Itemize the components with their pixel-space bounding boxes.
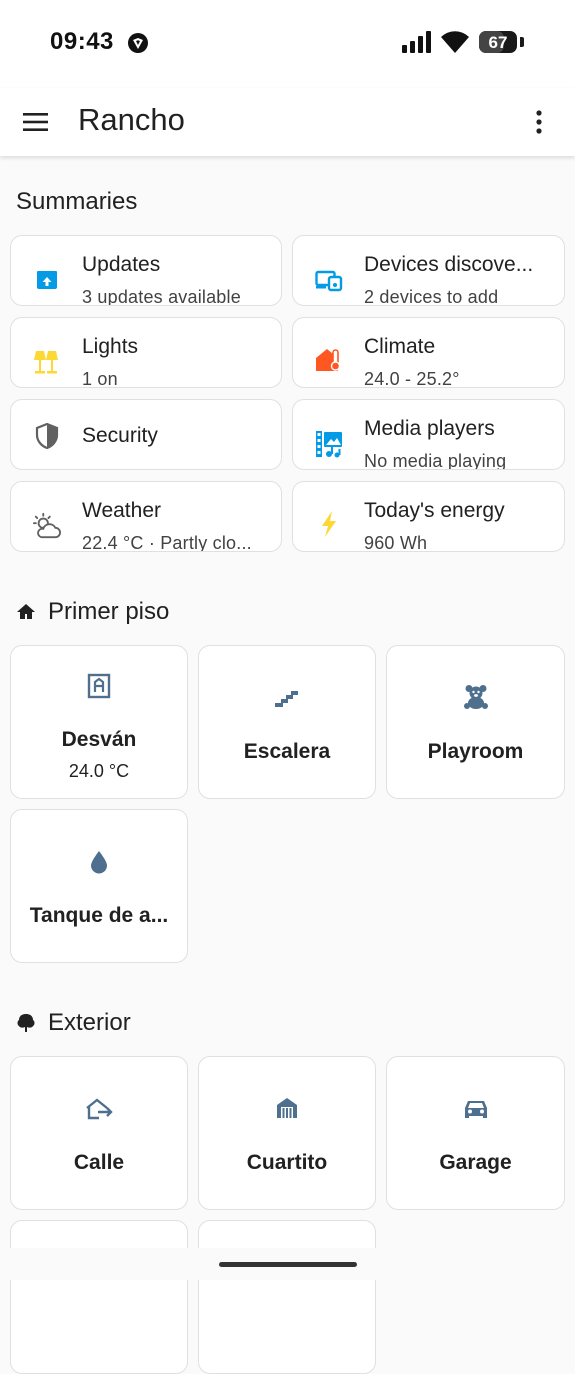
- area-card-desvan[interactable]: Desván 24.0 °C: [10, 645, 188, 799]
- attic-icon: [11, 673, 187, 699]
- summary-tile-devices-discovered[interactable]: Devices discove... 2 devices to add: [292, 235, 565, 306]
- area-card-playroom[interactable]: Playroom: [386, 645, 565, 799]
- home-export-icon: [11, 1097, 187, 1121]
- area-name: Tanque de a...: [29, 904, 169, 927]
- app-bar: Rancho: [0, 88, 575, 156]
- shield-half-icon: [33, 422, 61, 450]
- tile-name: Climate: [364, 335, 436, 358]
- tile-name: Security: [82, 424, 158, 447]
- teddy-bear-icon: [387, 684, 564, 710]
- multimedia-icon: [315, 430, 343, 458]
- area-card-cuartito[interactable]: Cuartito: [198, 1056, 376, 1210]
- section-title-exterior: Exterior: [16, 1009, 131, 1037]
- package-up-icon: [33, 266, 61, 294]
- area-card-partial[interactable]: [10, 1220, 188, 1374]
- summary-tile-updates[interactable]: Updates 3 updates available: [10, 235, 282, 306]
- battery-tip: [520, 37, 524, 47]
- home-thermometer-icon: [315, 346, 343, 374]
- lightning-bolt-icon: [315, 510, 343, 538]
- tile-state: 960 Wh: [364, 533, 428, 552]
- cell-signal-icon: [402, 31, 432, 58]
- area-name: Garage: [439, 1151, 512, 1174]
- vpn-shield-icon: [127, 32, 149, 54]
- tile-state: 2 devices to add: [364, 287, 499, 306]
- wifi-icon: [440, 30, 470, 59]
- tile-name: Lights: [82, 335, 139, 358]
- section-title-summaries: Summaries: [16, 188, 138, 215]
- water-drop-icon: [11, 850, 187, 874]
- area-name: Escalera: [243, 740, 331, 763]
- hamburger-menu-icon[interactable]: [16, 102, 56, 142]
- area-card-partial[interactable]: [198, 1220, 376, 1374]
- tile-name: Devices discove...: [364, 253, 534, 276]
- status-bar: 09:43 67: [0, 0, 575, 88]
- shed-icon: [199, 1096, 375, 1120]
- more-vertical-icon[interactable]: [520, 102, 558, 142]
- car-icon: [387, 1098, 564, 1120]
- tile-state: No media playing: [364, 451, 507, 470]
- area-name: Playroom: [427, 740, 524, 763]
- section-title-text: Exterior: [48, 1009, 131, 1036]
- section-title-primer-piso: Primer piso: [16, 598, 169, 626]
- area-card-escalera[interactable]: Escalera: [198, 645, 376, 799]
- summary-tile-media-players[interactable]: Media players No media playing: [292, 399, 565, 470]
- tree-icon: [16, 1013, 36, 1033]
- summary-tile-todays-energy[interactable]: Today's energy 960 Wh: [292, 481, 565, 552]
- area-name: Cuartito: [246, 1151, 328, 1174]
- weather-partly-cloudy-icon: [33, 512, 61, 540]
- home-indicator[interactable]: [219, 1262, 357, 1267]
- lamps-icon: [33, 348, 61, 376]
- tile-name: Weather: [82, 499, 161, 522]
- home-roof-icon: [16, 602, 36, 622]
- stairs-icon: [199, 686, 375, 708]
- tile-state: 22.4 °C · Partly clo...: [82, 533, 252, 552]
- battery-percent: 67: [488, 33, 508, 52]
- tile-name: Today's energy: [364, 499, 505, 522]
- summary-tile-lights[interactable]: Lights 1 on: [10, 317, 282, 388]
- summary-tile-security[interactable]: Security: [10, 399, 282, 470]
- summary-tile-weather[interactable]: Weather 22.4 °C · Partly clo...: [10, 481, 282, 552]
- tile-name: Media players: [364, 417, 495, 440]
- tile-state: 1 on: [82, 369, 118, 388]
- devices-icon: [315, 266, 343, 294]
- tile-name: Updates: [82, 253, 161, 276]
- area-card-calle[interactable]: Calle: [10, 1056, 188, 1210]
- tile-state: 3 updates available: [82, 287, 241, 306]
- area-state: 24.0 °C: [68, 761, 130, 781]
- summary-tile-climate[interactable]: Climate 24.0 - 25.2°: [292, 317, 565, 388]
- area-card-garage[interactable]: Garage: [386, 1056, 565, 1210]
- area-card-tanque[interactable]: Tanque de a...: [10, 809, 188, 963]
- status-time: 09:43: [50, 28, 114, 55]
- tile-state: 24.0 - 25.2°: [364, 369, 460, 388]
- area-name: Desván: [61, 728, 137, 751]
- page-title: Rancho: [78, 102, 185, 137]
- section-title-text: Primer piso: [48, 598, 170, 625]
- area-name: Calle: [73, 1151, 125, 1174]
- battery-icon: 67: [479, 31, 517, 53]
